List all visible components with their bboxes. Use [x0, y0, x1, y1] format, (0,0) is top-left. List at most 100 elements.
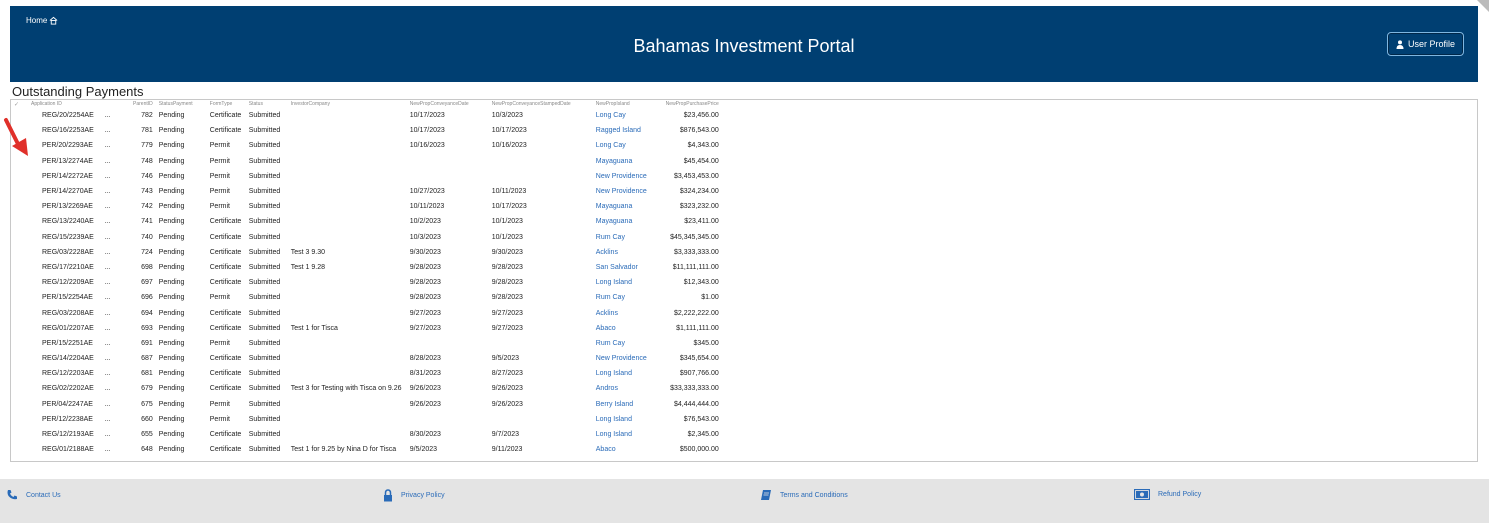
- row-select-cell[interactable]: [11, 305, 28, 320]
- row-menu-button[interactable]: ...: [97, 427, 123, 442]
- row-menu-button[interactable]: ...: [97, 351, 123, 366]
- row-menu-button[interactable]: ...: [97, 108, 123, 123]
- island-link[interactable]: New Providence: [593, 351, 655, 366]
- row-select-cell[interactable]: [11, 260, 28, 275]
- column-header[interactable]: ParentID: [123, 100, 156, 108]
- row-select-cell[interactable]: [11, 214, 28, 229]
- row-select-cell[interactable]: [11, 427, 28, 442]
- column-header[interactable]: StatusPayment: [156, 100, 207, 108]
- row-select-cell[interactable]: [11, 230, 28, 245]
- column-header[interactable]: NewPropConveyanceStampedDate: [489, 100, 593, 108]
- row-select-cell[interactable]: [11, 321, 28, 336]
- island-link[interactable]: Mayaguana: [593, 154, 655, 169]
- table-row[interactable]: PER/12/2238AE... 660 Pending Permit Submitte…: [11, 412, 722, 427]
- island-link[interactable]: Long Island: [593, 427, 655, 442]
- row-menu-button[interactable]: ...: [97, 336, 123, 351]
- island-link[interactable]: San Salvador: [593, 260, 655, 275]
- row-select-cell[interactable]: [11, 199, 28, 214]
- row-menu-button[interactable]: ...: [97, 184, 123, 199]
- table-row[interactable]: REG/13/2240AE... 741 Pending Certificate Sub…: [11, 214, 722, 229]
- island-link[interactable]: Rum Cay: [593, 336, 655, 351]
- row-select-cell[interactable]: [11, 169, 28, 184]
- row-menu-button[interactable]: ...: [97, 169, 123, 184]
- table-row[interactable]: REG/03/2228AE... 724 Pending Certificate Sub…: [11, 245, 722, 260]
- island-link[interactable]: Long Cay: [593, 138, 655, 153]
- terms-link[interactable]: Terms and Conditions: [780, 492, 848, 499]
- row-select-cell[interactable]: [11, 366, 28, 381]
- row-select-cell[interactable]: [11, 336, 28, 351]
- row-menu-button[interactable]: ...: [97, 230, 123, 245]
- island-link[interactable]: Acklins: [593, 305, 655, 320]
- table-row[interactable]: REG/16/2253AE... 781 Pending Certificate Sub…: [11, 123, 722, 138]
- island-link[interactable]: Rum Cay: [593, 290, 655, 305]
- row-menu-button[interactable]: ...: [97, 442, 123, 457]
- row-menu-button[interactable]: ...: [97, 245, 123, 260]
- row-select-cell[interactable]: [11, 351, 28, 366]
- corner-resize-icon[interactable]: [1477, 0, 1489, 12]
- row-menu-button[interactable]: ...: [97, 214, 123, 229]
- privacy-policy-link[interactable]: Privacy Policy: [401, 492, 445, 499]
- table-row[interactable]: REG/17/2210AE... 698 Pending Certificate Sub…: [11, 260, 722, 275]
- user-profile-button[interactable]: User Profile: [1386, 32, 1464, 56]
- row-select-cell[interactable]: [11, 245, 28, 260]
- table-row[interactable]: PER/20/2293AE... 779 Pending Permit Submitte…: [11, 138, 722, 153]
- island-link[interactable]: Long Island: [593, 412, 655, 427]
- row-menu-button[interactable]: ...: [97, 381, 123, 396]
- island-link[interactable]: Mayaguana: [593, 214, 655, 229]
- island-link[interactable]: Acklins: [593, 245, 655, 260]
- island-link[interactable]: Long Cay: [593, 108, 655, 123]
- table-row[interactable]: PER/04/2247AE... 675 Pending Permit Submitte…: [11, 397, 722, 412]
- row-menu-button[interactable]: ...: [97, 305, 123, 320]
- table-row[interactable]: PER/15/2251AE... 691 Pending Permit Submitte…: [11, 336, 722, 351]
- island-link[interactable]: Ragged Island: [593, 123, 655, 138]
- table-row[interactable]: REG/12/2203AE... 681 Pending Certificate Sub…: [11, 366, 722, 381]
- row-menu-button[interactable]: ...: [97, 123, 123, 138]
- row-menu-button[interactable]: ...: [97, 275, 123, 290]
- column-header[interactable]: InvestorCompany: [288, 100, 407, 108]
- row-menu-button[interactable]: ...: [97, 138, 123, 153]
- row-menu-button[interactable]: ...: [97, 154, 123, 169]
- row-select-cell[interactable]: [11, 442, 28, 457]
- row-select-cell[interactable]: [11, 275, 28, 290]
- footer-privacy[interactable]: Privacy Policy: [383, 489, 445, 502]
- island-link[interactable]: Long Island: [593, 366, 655, 381]
- island-link[interactable]: Andros: [593, 381, 655, 396]
- table-row[interactable]: REG/03/2208AE... 694 Pending Certificate Sub…: [11, 305, 722, 320]
- row-menu-button[interactable]: ...: [97, 412, 123, 427]
- footer-terms[interactable]: Terms and Conditions: [760, 489, 848, 501]
- column-header[interactable]: Application ID: [28, 100, 97, 108]
- island-link[interactable]: Long Island: [593, 275, 655, 290]
- island-link[interactable]: Mayaguana: [593, 199, 655, 214]
- footer-refund[interactable]: Refund Policy: [1134, 489, 1201, 500]
- table-row[interactable]: PER/14/2272AE... 746 Pending Permit Submitte…: [11, 169, 722, 184]
- table-row[interactable]: REG/20/2254AE... 782 Pending Certificate Sub…: [11, 108, 722, 123]
- row-menu-button[interactable]: ...: [97, 366, 123, 381]
- table-row[interactable]: REG/12/2193AE... 655 Pending Certificate Sub…: [11, 427, 722, 442]
- footer-contact[interactable]: Contact Us: [6, 489, 61, 501]
- table-row[interactable]: REG/14/2204AE... 687 Pending Certificate Sub…: [11, 351, 722, 366]
- row-select-cell[interactable]: [11, 290, 28, 305]
- island-link[interactable]: Abaco: [593, 321, 655, 336]
- row-select-cell[interactable]: [11, 184, 28, 199]
- column-header[interactable]: NewPropPurchasePrice: [655, 100, 722, 108]
- column-header[interactable]: [97, 100, 123, 108]
- refund-policy-link[interactable]: Refund Policy: [1158, 491, 1201, 498]
- table-row[interactable]: REG/01/2207AE... 693 Pending Certificate Sub…: [11, 321, 722, 336]
- table-row[interactable]: REG/15/2239AE... 740 Pending Certificate Sub…: [11, 230, 722, 245]
- row-select-cell[interactable]: [11, 381, 28, 396]
- column-header[interactable]: NewPropIsland: [593, 100, 655, 108]
- table-row[interactable]: PER/13/2274AE... 748 Pending Permit Submitte…: [11, 154, 722, 169]
- contact-us-link[interactable]: Contact Us: [26, 492, 61, 499]
- row-menu-button[interactable]: ...: [97, 397, 123, 412]
- row-menu-button[interactable]: ...: [97, 290, 123, 305]
- table-row[interactable]: REG/01/2188AE... 648 Pending Certificate Sub…: [11, 442, 722, 457]
- island-link[interactable]: Berry Island: [593, 397, 655, 412]
- column-header[interactable]: FormType: [207, 100, 246, 108]
- row-menu-button[interactable]: ...: [97, 321, 123, 336]
- row-menu-button[interactable]: ...: [97, 260, 123, 275]
- table-row[interactable]: REG/12/2209AE... 697 Pending Certificate Sub…: [11, 275, 722, 290]
- table-row[interactable]: PER/14/2270AE... 743 Pending Permit Submitte…: [11, 184, 722, 199]
- island-link[interactable]: New Providence: [593, 184, 655, 199]
- island-link[interactable]: Rum Cay: [593, 230, 655, 245]
- table-row[interactable]: REG/02/2202AE... 679 Pending Certificate Sub…: [11, 381, 722, 396]
